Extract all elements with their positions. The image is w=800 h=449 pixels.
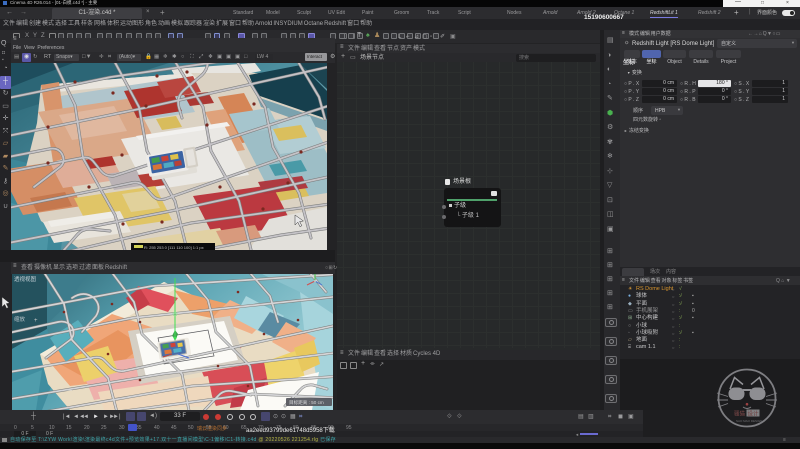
svg-text:骚猫: 骚猫 — [734, 410, 746, 418]
svg-text:—: — — [66, 388, 72, 394]
svg-text:设计: 设计 — [748, 410, 760, 418]
svg-text:透视视图: 透视视图 — [14, 275, 37, 283]
svg-text:缩放: 缩放 — [14, 315, 26, 323]
svg-text:+: + — [34, 318, 38, 324]
svg-text:SAO MAO DESIGN: SAO MAO DESIGN — [736, 419, 762, 423]
svg-text:目标距离 : 50 cm: 目标距离 : 50 cm — [289, 399, 324, 406]
